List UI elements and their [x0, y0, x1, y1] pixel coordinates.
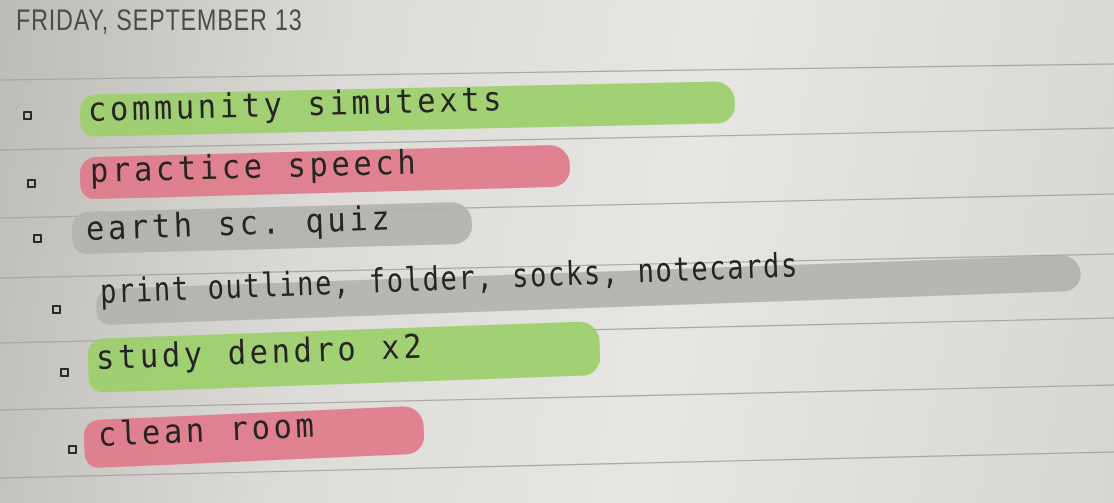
date-heading: FRIDAY, SEPTEMBER 13 [16, 4, 303, 37]
task-checkbox[interactable] [23, 111, 32, 120]
task-checkbox[interactable] [60, 368, 69, 377]
task-item: community simutexts [0, 79, 1114, 137]
task-checkbox[interactable] [52, 305, 61, 314]
task-item: clean room [0, 405, 1114, 469]
task-item: earth sc. quiz [0, 198, 1114, 257]
task-checkbox[interactable] [27, 179, 36, 188]
planner-page: FRIDAY, SEPTEMBER 13 community simutexts… [0, 0, 1114, 503]
task-checkbox[interactable] [33, 234, 42, 243]
task-item: print outline, folder, socks, notecards [0, 245, 1114, 326]
ruled-line [0, 63, 1114, 81]
task-item: study dendro x2 [0, 321, 1114, 393]
task-checkbox[interactable] [68, 445, 77, 454]
task-item: practice speech [0, 142, 1114, 200]
